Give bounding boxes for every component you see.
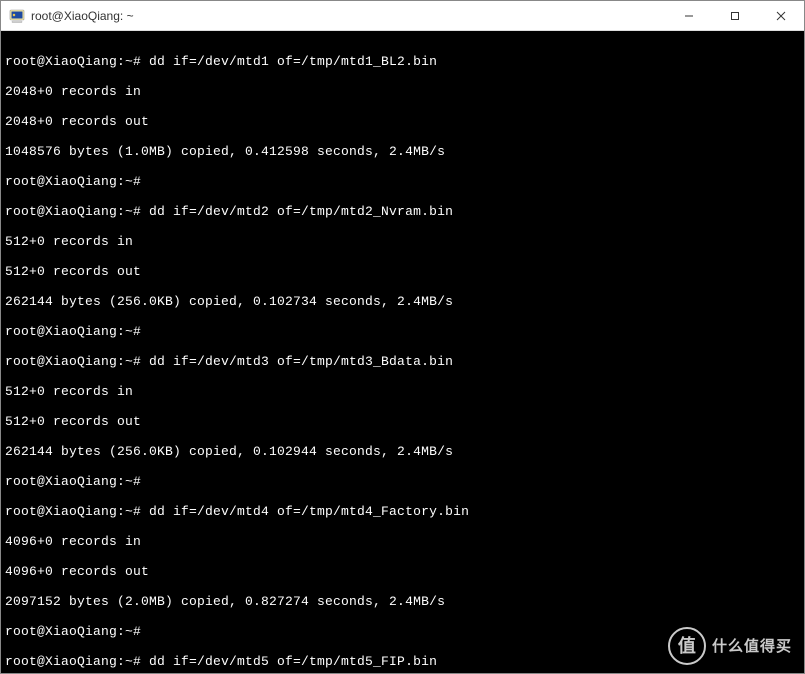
terminal-line: root@XiaoQiang:~#: [5, 324, 800, 339]
terminal-line: 262144 bytes (256.0KB) copied, 0.102944 …: [5, 444, 800, 459]
terminal-line: 2048+0 records in: [5, 84, 800, 99]
terminal-line: 2048+0 records out: [5, 114, 800, 129]
terminal-line: root@XiaoQiang:~#: [5, 174, 800, 189]
terminal-line: 512+0 records out: [5, 414, 800, 429]
terminal-line: 1048576 bytes (1.0MB) copied, 0.412598 s…: [5, 144, 800, 159]
terminal-line: 262144 bytes (256.0KB) copied, 0.102734 …: [5, 294, 800, 309]
terminal-line: root@XiaoQiang:~# dd if=/dev/mtd2 of=/tm…: [5, 204, 800, 219]
minimize-button[interactable]: [666, 1, 712, 30]
close-button[interactable]: [758, 1, 804, 30]
watermark-badge: 值: [668, 627, 706, 665]
window-title: root@XiaoQiang: ~: [31, 9, 666, 23]
terminal-line: root@XiaoQiang:~# dd if=/dev/mtd4 of=/tm…: [5, 504, 800, 519]
watermark: 值 什么值得买: [668, 627, 792, 665]
window-controls: [666, 1, 804, 30]
terminal-line: 512+0 records out: [5, 264, 800, 279]
terminal-line: 2097152 bytes (2.0MB) copied, 0.827274 s…: [5, 594, 800, 609]
terminal-line: 4096+0 records in: [5, 534, 800, 549]
terminal-line: 512+0 records in: [5, 384, 800, 399]
terminal-window: root@XiaoQiang: ~ root@XiaoQiang:~# dd i…: [0, 0, 805, 674]
terminal-line: root@XiaoQiang:~# dd if=/dev/mtd1 of=/tm…: [5, 54, 800, 69]
terminal-body[interactable]: root@XiaoQiang:~# dd if=/dev/mtd1 of=/tm…: [1, 31, 804, 673]
watermark-text: 什么值得买: [712, 639, 792, 654]
terminal-line: root@XiaoQiang:~# dd if=/dev/mtd3 of=/tm…: [5, 354, 800, 369]
terminal-line: 4096+0 records out: [5, 564, 800, 579]
putty-icon: [9, 8, 25, 24]
titlebar[interactable]: root@XiaoQiang: ~: [1, 1, 804, 31]
terminal-line: root@XiaoQiang:~#: [5, 474, 800, 489]
maximize-button[interactable]: [712, 1, 758, 30]
terminal-line: 512+0 records in: [5, 234, 800, 249]
